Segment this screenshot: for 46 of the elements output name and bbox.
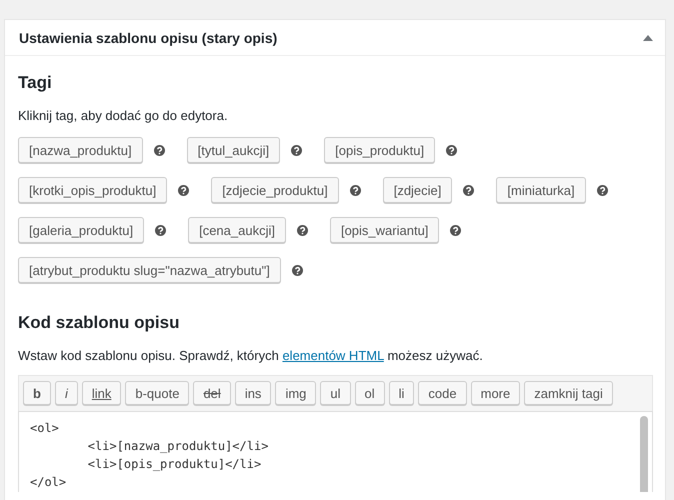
toolbar-button[interactable]: li <box>388 381 414 405</box>
help-icon <box>292 264 303 276</box>
tag-button[interactable]: [miniaturka] <box>496 177 586 203</box>
help-icon <box>350 184 361 196</box>
help-icon <box>296 224 308 236</box>
code-text: <ol> <li>[nazwa_produktu]</li> <li>[opis_produktu]</li> </ol> <box>29 420 270 491</box>
tag-button[interactable]: [tytul_aukcji] <box>186 137 280 163</box>
toolbar-button[interactable]: img <box>275 381 316 405</box>
tag-button[interactable]: [krotki_opis_produktu] <box>18 177 168 203</box>
toolbar-button[interactable]: code <box>418 381 467 405</box>
tag-button[interactable]: [atrybut_produktu slug="nazwa_atrybutu"] <box>18 257 281 283</box>
scrollbar-thumb[interactable] <box>640 416 648 492</box>
toolbar-button[interactable]: ol <box>354 381 385 405</box>
toolbar-button[interactable]: del <box>193 381 231 405</box>
toolbar-button[interactable]: i <box>54 381 78 405</box>
toolbar-button[interactable]: b-quote <box>125 381 190 405</box>
tag-button[interactable]: [galeria_produktu] <box>18 217 144 243</box>
tag-button[interactable]: [cena_aukcji] <box>188 217 286 243</box>
toolbar-button[interactable]: b <box>23 381 51 405</box>
toolbar-button[interactable]: link <box>82 381 122 405</box>
collapse-arrow-icon[interactable] <box>643 34 653 40</box>
section-description: Kliknij tag, aby dodać go do edytora. <box>18 107 229 123</box>
toolbar-button[interactable]: zamknij tagi <box>524 381 613 405</box>
html-elements-link[interactable]: elementów HTML <box>282 348 384 363</box>
help-icon <box>154 144 165 156</box>
panel-title: Ustawienia szablonu opisu (stary opis) <box>19 30 278 46</box>
help-icon <box>155 224 166 236</box>
panel-header[interactable]: Ustawienia szablonu opisu (stary opis) <box>5 20 665 56</box>
tag-button[interactable]: [zdjecie_produktu] <box>211 177 339 203</box>
help-icon <box>450 224 462 236</box>
toolbar-button[interactable]: ul <box>320 381 351 405</box>
tag-button[interactable]: [opis_wariantu] <box>330 217 440 243</box>
section-description: Wstaw kod szablonu opisu. Sprawdź, których elementów HTML możesz używać. <box>18 347 484 363</box>
section-heading: Kod szablonu opisu <box>18 312 180 333</box>
help-icon <box>596 184 608 196</box>
help-icon <box>178 184 190 196</box>
code-editor[interactable]: <ol> <li>[nazwa_produktu]</li> <li>[opis_produktu]</li> </ol> <box>18 411 653 492</box>
toolbar-button[interactable]: ins <box>234 381 272 405</box>
help-icon <box>446 144 458 156</box>
section-heading: Tagi <box>18 72 53 93</box>
help-icon <box>291 144 302 156</box>
help-icon <box>463 184 474 196</box>
tag-button[interactable]: [nazwa_produktu] <box>18 137 143 163</box>
tag-button[interactable]: [opis_produktu] <box>324 137 436 163</box>
tag-button[interactable]: [zdjecie] <box>382 177 452 203</box>
toolbar-button[interactable]: more <box>470 381 520 405</box>
